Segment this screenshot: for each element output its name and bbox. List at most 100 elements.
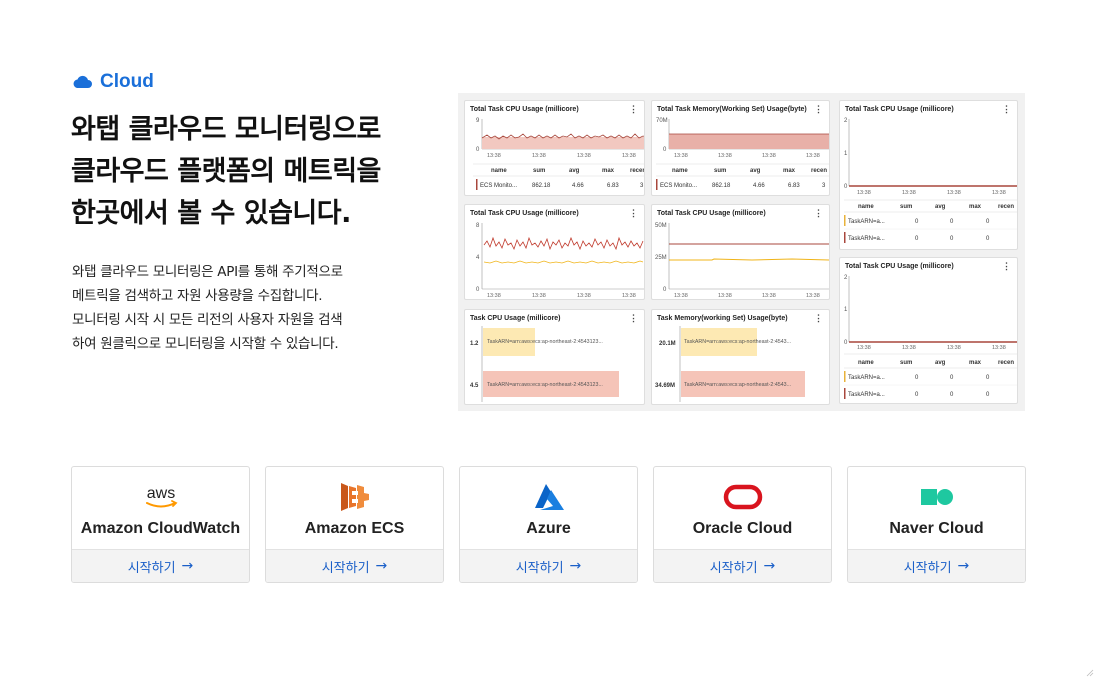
- table-header: recen: [811, 168, 827, 174]
- table-cell: 0: [950, 375, 954, 381]
- table-cell: 0: [986, 375, 990, 381]
- widget-chart: 70M 0 13:38 13:38 13:38 13:38 name sum a…: [656, 118, 829, 190]
- naver-cloud-logo: [848, 481, 1025, 513]
- table-cell: 862.18: [712, 183, 731, 189]
- y-tick: 2: [844, 118, 848, 124]
- description-line: 모니터링 시작 시 모든 리전의 사용자 자원을 검색: [72, 312, 343, 328]
- table-header: max: [602, 168, 615, 174]
- arrow-right-icon: →: [957, 558, 970, 574]
- widget-panel: Total Task CPU Usage (millicore) ⋮ 2 1 0…: [839, 100, 1018, 250]
- resize-grip-icon: [1086, 669, 1094, 677]
- table-cell: 3: [640, 183, 644, 189]
- y-tick: 0: [663, 147, 667, 153]
- x-tick: 13:38: [947, 190, 961, 196]
- x-tick: 13:38: [487, 293, 501, 299]
- start-label: 시작하기: [903, 560, 952, 576]
- table-cell: ECS Monito...: [480, 183, 517, 189]
- card-title: Naver Cloud: [889, 520, 984, 537]
- x-tick: 13:38: [902, 190, 916, 196]
- x-tick: 13:38: [718, 153, 732, 159]
- start-label: 시작하기: [127, 560, 176, 576]
- widget-panel: Task CPU Usage (millicore) ⋮ 1.2 4.5 Tas…: [464, 309, 645, 405]
- x-tick: 13:38: [577, 293, 591, 299]
- card-naver-cloud[interactable]: Naver Cloud 시작하기 →: [847, 466, 1026, 583]
- x-tick: 13:38: [532, 153, 546, 159]
- x-tick: 13:38: [577, 153, 591, 159]
- table-header: avg: [935, 360, 946, 366]
- table-header: sum: [533, 168, 545, 174]
- start-label: 시작하기: [709, 560, 758, 576]
- card-oracle-cloud[interactable]: Oracle Cloud 시작하기 →: [653, 466, 832, 583]
- bar-value: 4.5: [470, 383, 479, 389]
- table-cell: 4.66: [572, 183, 584, 189]
- table-header: recen: [998, 360, 1014, 366]
- bar-value: 34.69M: [655, 383, 675, 389]
- start-button[interactable]: 시작하기 →: [266, 549, 443, 582]
- table-header: avg: [750, 168, 761, 174]
- widget-chart: 1.2 4.5 TaskARN=arn:aws:ecs:ap-northeast…: [470, 326, 619, 402]
- table-header: sum: [900, 360, 912, 366]
- x-tick: 13:38: [762, 153, 776, 159]
- widget-panel: Task Memory(working Set) Usage(byte) ⋮ 2…: [651, 309, 830, 405]
- start-button[interactable]: 시작하기 →: [654, 549, 831, 582]
- title-line: 와탭 클라우드 모니터링으로: [71, 114, 381, 145]
- widget-chart: 8 4 0 13:38 13:38 13:38 13:38: [476, 223, 644, 299]
- table-header: sum: [714, 168, 726, 174]
- table-cell: 6.83: [607, 183, 619, 189]
- x-tick: 13:38: [902, 345, 916, 351]
- y-tick: 0: [844, 340, 848, 346]
- bar-label: TaskARN=arn:aws:ecs:ap-northeast-2:4543.…: [684, 339, 791, 345]
- ecs-logo: [266, 481, 443, 513]
- y-tick: 0: [663, 287, 667, 293]
- x-tick: 13:38: [806, 293, 820, 299]
- table-header: max: [969, 204, 982, 210]
- description-line: 와탭 클라우드 모니터링은 API를 통해 주기적으로: [72, 264, 343, 280]
- start-button[interactable]: 시작하기 →: [72, 549, 249, 582]
- widget-panel: Total Task CPU Usage (millicore) ⋮ 8 4 0…: [464, 204, 645, 300]
- x-tick: 13:38: [532, 293, 546, 299]
- y-tick: 1: [844, 151, 848, 157]
- page-title: 와탭 클라우드 모니터링으로 클라우드 플랫폼의 메트릭을 한곳에서 볼 수 있…: [71, 109, 451, 235]
- table-cell: 3: [822, 183, 826, 189]
- table-cell: ECS Monito...: [660, 183, 697, 189]
- widget-panel: Total Task CPU Usage (millicore) ⋮ 50M 2…: [651, 204, 830, 300]
- card-amazon-cloudwatch[interactable]: aws Amazon CloudWatch 시작하기 →: [71, 466, 250, 583]
- y-tick: 8: [476, 223, 480, 229]
- x-tick: 13:38: [992, 190, 1006, 196]
- bar-value: 20.1M: [659, 341, 676, 347]
- cloud-icon: [73, 75, 92, 88]
- y-tick: 25M: [655, 255, 667, 261]
- widget-panel: Total Task CPU Usage (millicore) ⋮ 9 0 1…: [464, 100, 645, 196]
- y-tick: 2: [844, 275, 848, 281]
- table-cell: TaskARN=a...: [848, 392, 885, 398]
- widget-chart: 9 0 13:38 13:38 13:38 13:38 name sum avg…: [473, 118, 644, 190]
- widget-chart: 2 1 0 13:38 13:38 13:38 13:38 name sum a…: [844, 275, 1017, 399]
- bar-label: TaskARN=arn:aws:ecs:ap-northeast-2:4543.…: [684, 382, 791, 388]
- description-line: 하여 원클릭으로 모니터링을 시작할 수 있습니다.: [72, 336, 339, 352]
- start-button[interactable]: 시작하기 →: [848, 549, 1025, 582]
- title-line: 클라우드 플랫폼의 메트릭을: [71, 156, 381, 187]
- arrow-right-icon: →: [375, 558, 388, 574]
- x-tick: 13:38: [487, 153, 501, 159]
- table-cell: 0: [950, 219, 954, 225]
- card-amazon-ecs[interactable]: Amazon ECS 시작하기 →: [265, 466, 444, 583]
- section-label: Cloud: [100, 71, 154, 92]
- x-tick: 13:38: [857, 345, 871, 351]
- table-header: avg: [935, 204, 946, 210]
- card-azure[interactable]: Azure 시작하기 →: [459, 466, 638, 583]
- aws-logo: aws: [72, 481, 249, 513]
- table-cell: 4.66: [753, 183, 765, 189]
- x-tick: 13:38: [622, 153, 636, 159]
- dashboard-preview: Total Task CPU Usage (millicore) ⋮ 9 0 1…: [458, 93, 1025, 411]
- x-tick: 13:38: [674, 153, 688, 159]
- table-cell: 0: [950, 392, 954, 398]
- start-button[interactable]: 시작하기 →: [460, 549, 637, 582]
- table-header: avg: [569, 168, 580, 174]
- aws-logo-text: aws: [146, 485, 174, 502]
- table-cell: 0: [986, 219, 990, 225]
- x-tick: 13:38: [947, 345, 961, 351]
- table-header: max: [969, 360, 982, 366]
- y-tick: 0: [844, 184, 848, 190]
- arrow-right-icon: →: [569, 558, 582, 574]
- widget-chart: 2 1 0 13:38 13:38 13:38 13:38 name sum a…: [844, 118, 1017, 243]
